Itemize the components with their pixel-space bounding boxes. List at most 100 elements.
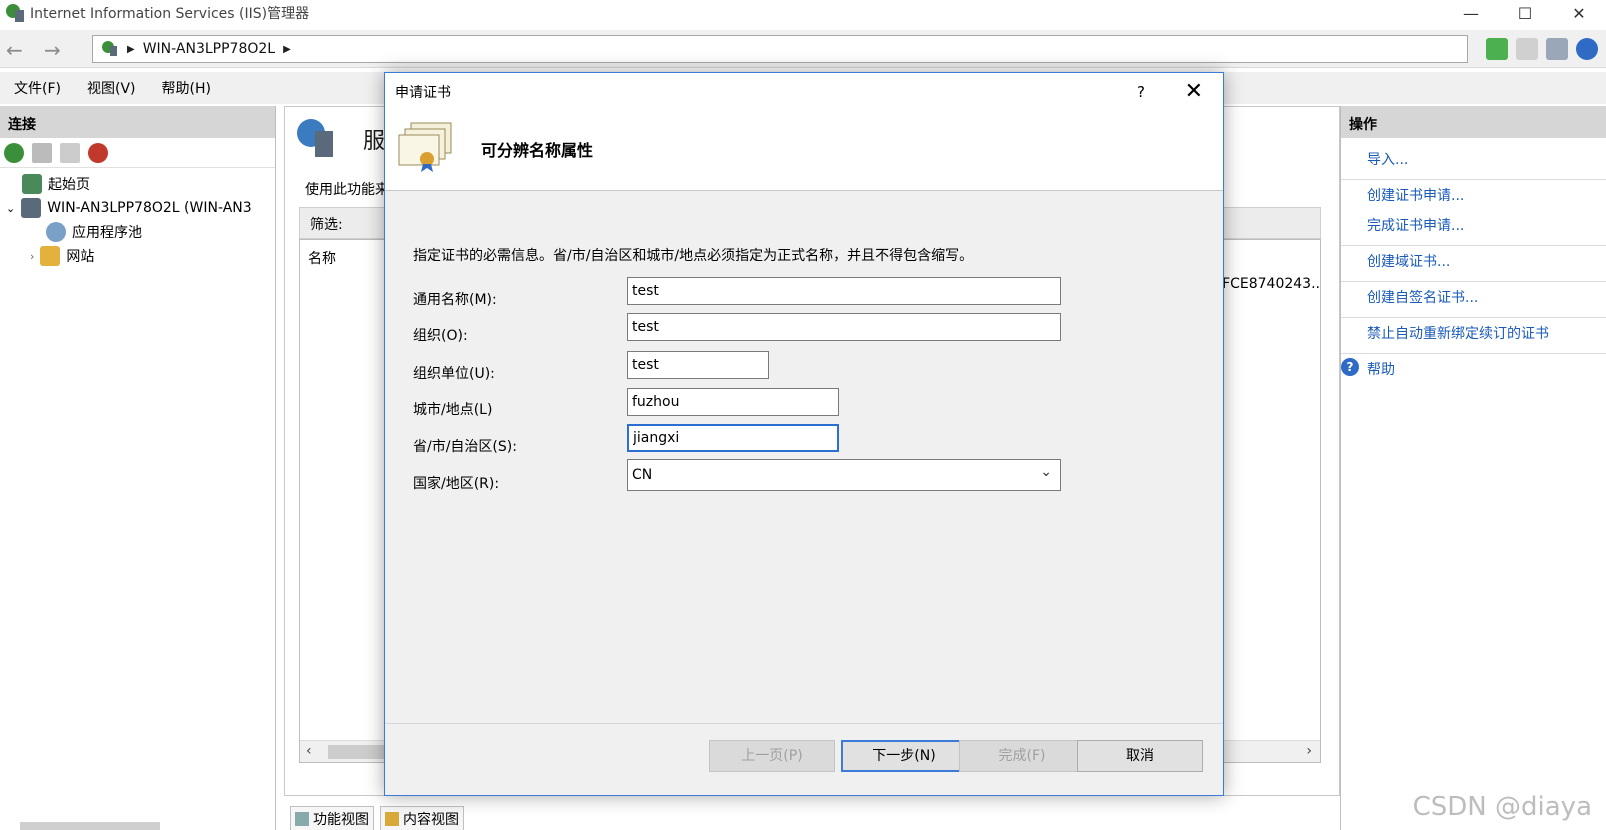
tree-item-server[interactable]: ⌄ WIN-AN3LPP78O2L (WIN-AN3	[6, 198, 252, 218]
dialog-header: 可分辨名称属性	[385, 111, 1223, 191]
content-view-icon	[385, 812, 399, 826]
minimize-button[interactable]: —	[1444, 0, 1498, 26]
breadcrumb-arrow-icon: ▶	[127, 43, 135, 55]
organization-field[interactable]	[627, 313, 1061, 341]
tree-item-label: 网站	[66, 249, 95, 265]
scroll-left-icon[interactable]: ‹	[306, 743, 312, 759]
dialog-footer: 上一页(P) 下一步(N) 完成(F) 取消	[385, 723, 1223, 795]
help-icon: ?	[1341, 358, 1359, 376]
action-create-cert-request[interactable]: 创建证书申请...	[1341, 179, 1606, 210]
action-help-label: 帮助	[1367, 362, 1395, 378]
watermark: CSDN @diaya	[1412, 792, 1592, 822]
menu-help[interactable]: 帮助(H)	[162, 78, 211, 98]
tree-item-label: 起始页	[48, 177, 90, 193]
actions-pane: 操作 导入... 创建证书申请... 完成证书申请... 创建域证书... 创建…	[1340, 106, 1606, 830]
dialog-heading: 可分辨名称属性	[481, 141, 594, 160]
column-header-name[interactable]: 名称	[308, 248, 336, 268]
view-tabs: 功能视图 内容视图	[290, 806, 464, 830]
address-tools	[1486, 38, 1598, 60]
connections-header: 连接	[0, 106, 275, 138]
org-unit-label: 组织单位(U):	[413, 366, 495, 382]
tab-content-view[interactable]: 内容视图	[380, 806, 464, 830]
page-title: 服	[363, 129, 386, 154]
collapse-chevron-icon[interactable]: ›	[30, 250, 34, 263]
forward-button[interactable]: →	[44, 38, 61, 62]
action-disable-auto-rebind[interactable]: 禁止自动重新绑定续订的证书	[1341, 317, 1606, 348]
help-icon[interactable]	[1576, 38, 1598, 60]
action-create-domain-cert[interactable]: 创建域证书...	[1341, 245, 1606, 276]
expand-chevron-icon[interactable]: ⌄	[6, 202, 15, 215]
menu-view[interactable]: 视图(V)	[87, 78, 136, 98]
refresh-icon[interactable]	[1486, 38, 1508, 60]
tree-item-label: 应用程序池	[72, 225, 142, 241]
left-scrollbar[interactable]	[20, 822, 160, 830]
tab-features-view[interactable]: 功能视图	[290, 806, 374, 830]
tab-label: 内容视图	[403, 812, 459, 828]
close-window-button[interactable]: ✕	[1552, 0, 1606, 26]
action-create-self-signed-cert[interactable]: 创建自签名证书...	[1341, 281, 1606, 312]
start-page-icon	[22, 174, 42, 194]
next-button[interactable]: 下一步(N)	[841, 740, 967, 772]
finish-button[interactable]: 完成(F)	[959, 740, 1085, 772]
state-field[interactable]	[627, 424, 839, 452]
action-import[interactable]: 导入...	[1341, 144, 1606, 174]
connections-pane: 连接 起始页 ⌄ WIN-AN3LPP78O2L (WIN-AN3 应用程序池 …	[0, 106, 276, 830]
actions-list: 导入... 创建证书申请... 完成证书申请... 创建域证书... 创建自签名…	[1341, 138, 1606, 384]
city-field[interactable]	[627, 388, 839, 416]
breadcrumb-server[interactable]: WIN-AN3LPP78O2L	[143, 41, 275, 57]
dialog-title: 申请证书	[395, 85, 451, 101]
sites-folder-icon	[40, 246, 61, 266]
country-select[interactable]: CN ⌄	[627, 459, 1061, 491]
features-view-icon	[295, 812, 309, 826]
previous-button[interactable]: 上一页(P)	[709, 740, 835, 772]
breadcrumb-arrow-icon[interactable]: ▶	[283, 44, 291, 55]
maximize-button[interactable]: ☐	[1498, 0, 1552, 26]
scroll-right-icon[interactable]: ›	[1306, 743, 1312, 759]
country-label: 国家/地区(R):	[413, 476, 500, 492]
common-name-label: 通用名称(M):	[413, 292, 497, 308]
menu-file[interactable]: 文件(F)	[14, 78, 61, 98]
window-controls: — ☐ ✕	[1444, 0, 1606, 26]
disconnect-icon[interactable]	[88, 142, 108, 163]
org-unit-field[interactable]	[627, 351, 769, 379]
connections-toolbar	[0, 138, 275, 168]
app-pool-icon	[46, 222, 66, 242]
address-bar: ← → ▶ WIN-AN3LPP78O2L ▶	[0, 30, 1606, 68]
request-certificate-dialog: 申请证书 ? ✕ 可分辨名称属性 指定证书的必需信息。省/市/自治区和城市/地点…	[384, 72, 1224, 796]
stop-icon[interactable]	[1516, 38, 1538, 60]
connect-icon[interactable]	[4, 142, 24, 163]
tree-item-sites[interactable]: › 网站	[30, 246, 94, 266]
state-label: 省/市/自治区(S):	[413, 439, 517, 455]
actions-header: 操作	[1341, 106, 1606, 138]
common-name-field[interactable]	[627, 277, 1061, 305]
action-help[interactable]: ? 帮助	[1341, 353, 1606, 384]
dialog-help-button[interactable]: ?	[1137, 83, 1145, 101]
window-title: Internet Information Services (IIS)管理器	[30, 6, 310, 22]
dialog-titlebar: 申请证书 ? ✕	[385, 73, 1223, 111]
back-button[interactable]: ←	[6, 38, 23, 62]
organization-label: 组织(O):	[413, 328, 468, 344]
dialog-close-button[interactable]: ✕	[1185, 79, 1203, 104]
breadcrumb[interactable]: ▶ WIN-AN3LPP78O2L ▶	[92, 35, 1468, 63]
certificate-icon	[398, 122, 452, 172]
home-icon[interactable]	[1546, 38, 1568, 60]
chevron-down-icon: ⌄	[1040, 464, 1052, 480]
filter-label: 筛选:	[310, 217, 343, 233]
action-complete-cert-request[interactable]: 完成证书申请...	[1341, 210, 1606, 240]
page-description: 使用此功能来	[305, 182, 389, 198]
window-titlebar: Internet Information Services (IIS)管理器 —…	[0, 0, 1606, 26]
tree-item-start-page[interactable]: 起始页	[22, 174, 90, 194]
iis-app-icon	[6, 4, 24, 22]
server-icon	[102, 41, 117, 56]
tree-item-label: WIN-AN3LPP78O2L (WIN-AN3	[47, 200, 252, 216]
tab-label: 功能视图	[313, 812, 369, 828]
dialog-instruction: 指定证书的必需信息。省/市/自治区和城市/地点必须指定为正式名称，并且不得包含缩…	[413, 248, 974, 264]
up-icon[interactable]	[60, 142, 80, 163]
save-icon[interactable]	[32, 142, 52, 163]
server-certificates-icon	[297, 119, 333, 157]
country-select-value: CN	[632, 467, 653, 483]
server-icon	[21, 198, 42, 218]
city-label: 城市/地点(L)	[413, 402, 493, 418]
cancel-button[interactable]: 取消	[1077, 740, 1203, 772]
tree-item-app-pools[interactable]: 应用程序池	[46, 222, 142, 242]
